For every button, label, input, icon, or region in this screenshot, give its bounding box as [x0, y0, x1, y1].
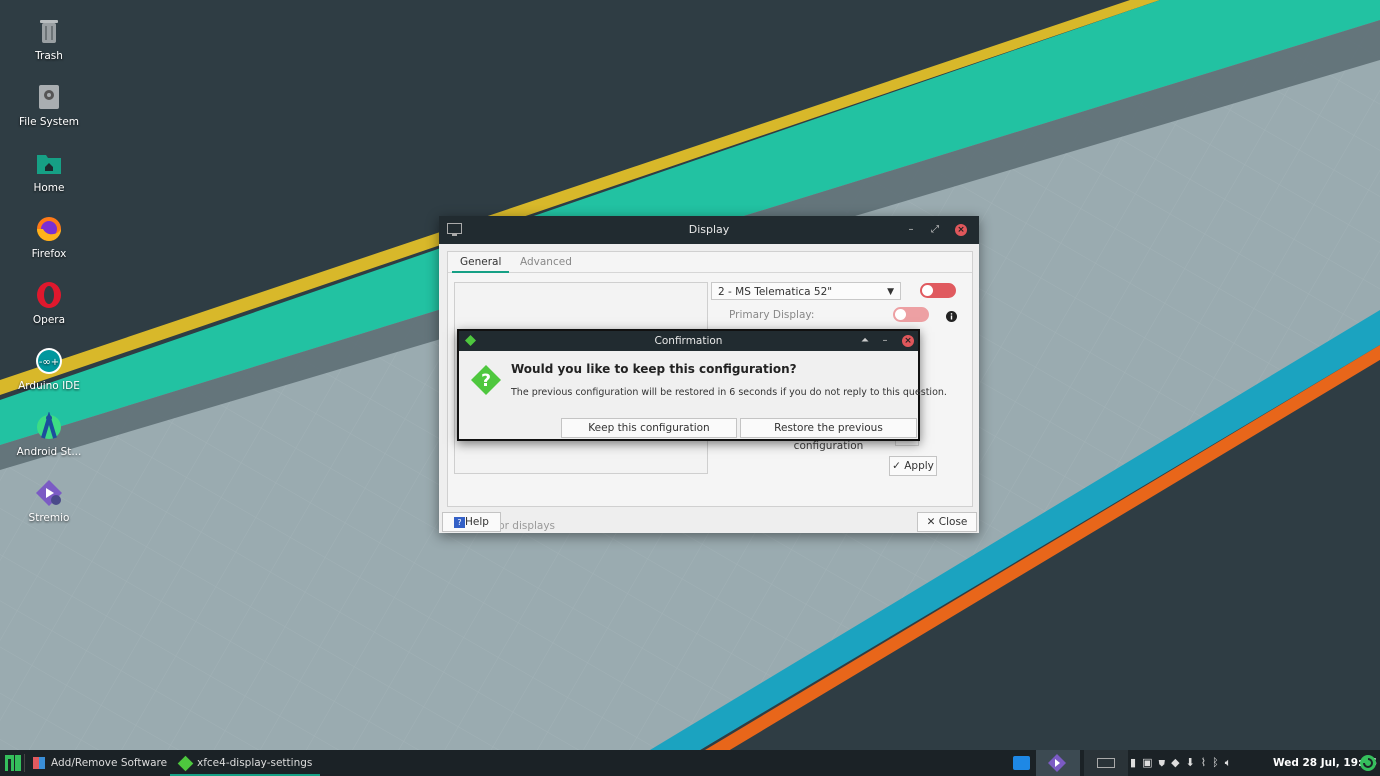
taskbar-task-display-settings[interactable]: xfce4-display-settings: [170, 750, 320, 776]
taskbar: Add/Remove Software xfce4-display-settin…: [0, 750, 1380, 776]
primary-display-label: Primary Display:: [729, 309, 815, 321]
maximize-button[interactable]: ⤢: [927, 222, 943, 238]
minimize-button[interactable]: –: [877, 333, 893, 349]
shield-icon[interactable]: ⛊: [1158, 756, 1171, 769]
clipboard-icon[interactable]: ▮: [1130, 756, 1142, 769]
desktop-icon-label: File System: [18, 116, 80, 128]
trash-icon: [40, 20, 58, 43]
volume-icon[interactable]: 🔈︎: [1225, 756, 1238, 769]
close-label: Close: [938, 516, 968, 528]
check-icon: ✓: [892, 460, 901, 472]
update-icon[interactable]: [1360, 755, 1376, 771]
software-icon: [33, 757, 45, 769]
dialog-title: Confirmation: [654, 335, 723, 347]
primary-display-toggle[interactable]: [893, 307, 929, 322]
desktop-icon-trash[interactable]: Trash: [8, 16, 90, 62]
tab-bar: General Advanced: [448, 252, 972, 273]
display-settings-task-icon: [177, 755, 194, 771]
desktop-icon-file-system[interactable]: File System: [8, 82, 90, 128]
desktop-icon-label: Android St...: [16, 446, 82, 458]
stremio-icon: [36, 480, 62, 506]
close-dialog-button[interactable]: ×: [902, 335, 914, 347]
close-button[interactable]: ✕ Close: [917, 512, 977, 532]
tab-general[interactable]: General: [452, 256, 510, 273]
help-label: Help: [465, 516, 489, 528]
workspace-indicator-icon[interactable]: [1013, 756, 1030, 770]
apply-label: Apply: [904, 460, 934, 472]
download-icon[interactable]: ⬇: [1186, 756, 1201, 769]
desktop-icon-label: Arduino IDE: [18, 380, 80, 392]
dropdown-arrow-icon: ▼: [887, 287, 894, 297]
home-folder-icon: [37, 155, 61, 174]
tab-advanced[interactable]: Advanced: [520, 256, 572, 268]
system-tray[interactable]: ▮▣⛊◆⬇⌇ᛒ🔈︎: [1130, 750, 1237, 776]
dialog-heading: Would you like to keep this configuratio…: [511, 362, 797, 376]
window-icon: [1097, 758, 1115, 768]
svg-text:?: ?: [481, 371, 491, 391]
shade-button[interactable]: ⏶: [857, 333, 873, 349]
restore-configuration-button[interactable]: Restore the previous configuration: [740, 418, 917, 452]
svg-text:-∞+: -∞+: [39, 357, 59, 368]
desktop-icon-label: Stremio: [28, 512, 70, 524]
window-title: Display: [688, 223, 730, 236]
separator: [24, 754, 25, 772]
taskbar-stremio-button[interactable]: [1036, 750, 1080, 776]
android-studio-icon: [37, 412, 61, 439]
attachment-icon[interactable]: ⌇: [1201, 756, 1212, 769]
stremio-icon: [1048, 754, 1066, 772]
desktop-icon-label: Opera: [32, 314, 66, 326]
help-icon: ?: [454, 516, 466, 528]
window-titlebar[interactable]: Display – ⤢ ×: [439, 216, 979, 244]
wifi-icon[interactable]: ◆: [1171, 756, 1185, 769]
desktop-icon-android-studio[interactable]: Android St...: [8, 412, 90, 458]
launcher-label: Add/Remove Software: [51, 757, 168, 769]
arduino-icon: -∞+: [36, 348, 62, 374]
close-window-button[interactable]: ×: [955, 224, 967, 236]
firefox-icon: [37, 217, 61, 241]
task-label: xfce4-display-settings: [197, 757, 313, 769]
drive-icon: [39, 85, 59, 109]
desktop-icon-label: Trash: [35, 50, 63, 62]
keep-configuration-button[interactable]: Keep this configuration: [561, 418, 737, 438]
desktop-icon-label: Home: [33, 182, 65, 194]
question-icon: ?: [471, 365, 501, 395]
confirmation-dialog: Confirmation ⏶ – × ? Would you like to k…: [457, 329, 947, 452]
desktop-icon-stremio[interactable]: Stremio: [8, 478, 90, 524]
desktop-icon-arduino[interactable]: -∞+ Arduino IDE: [8, 346, 90, 392]
info-icon[interactable]: [946, 311, 957, 322]
dialog-titlebar[interactable]: Confirmation ⏶ – ×: [459, 331, 918, 351]
close-icon: ✕: [926, 516, 936, 528]
terminal-icon[interactable]: ▣: [1142, 756, 1158, 769]
opera-icon: [37, 282, 61, 308]
display-select-value: 2 - MS Telematica 52": [718, 286, 833, 298]
desktop-icon-firefox[interactable]: Firefox: [8, 214, 90, 260]
minimize-button[interactable]: –: [903, 222, 919, 238]
display-select[interactable]: 2 - MS Telematica 52" ▼: [711, 282, 901, 300]
taskbar-launcher-software[interactable]: Add/Remove Software: [33, 750, 167, 776]
desktop-icon-label: Firefox: [31, 248, 67, 260]
help-button[interactable]: ? Help: [442, 512, 501, 532]
desktop-icon-opera[interactable]: Opera: [8, 280, 90, 326]
display-enabled-toggle[interactable]: [920, 283, 956, 298]
bluetooth-icon[interactable]: ᛒ: [1212, 756, 1225, 769]
manjaro-menu-icon[interactable]: [5, 755, 21, 771]
dialog-message: The previous configuration will be resto…: [511, 387, 947, 398]
taskbar-window-button[interactable]: [1084, 750, 1128, 776]
apply-button[interactable]: ✓ Apply: [889, 456, 937, 476]
desktop-icon-home[interactable]: Home: [8, 148, 90, 194]
